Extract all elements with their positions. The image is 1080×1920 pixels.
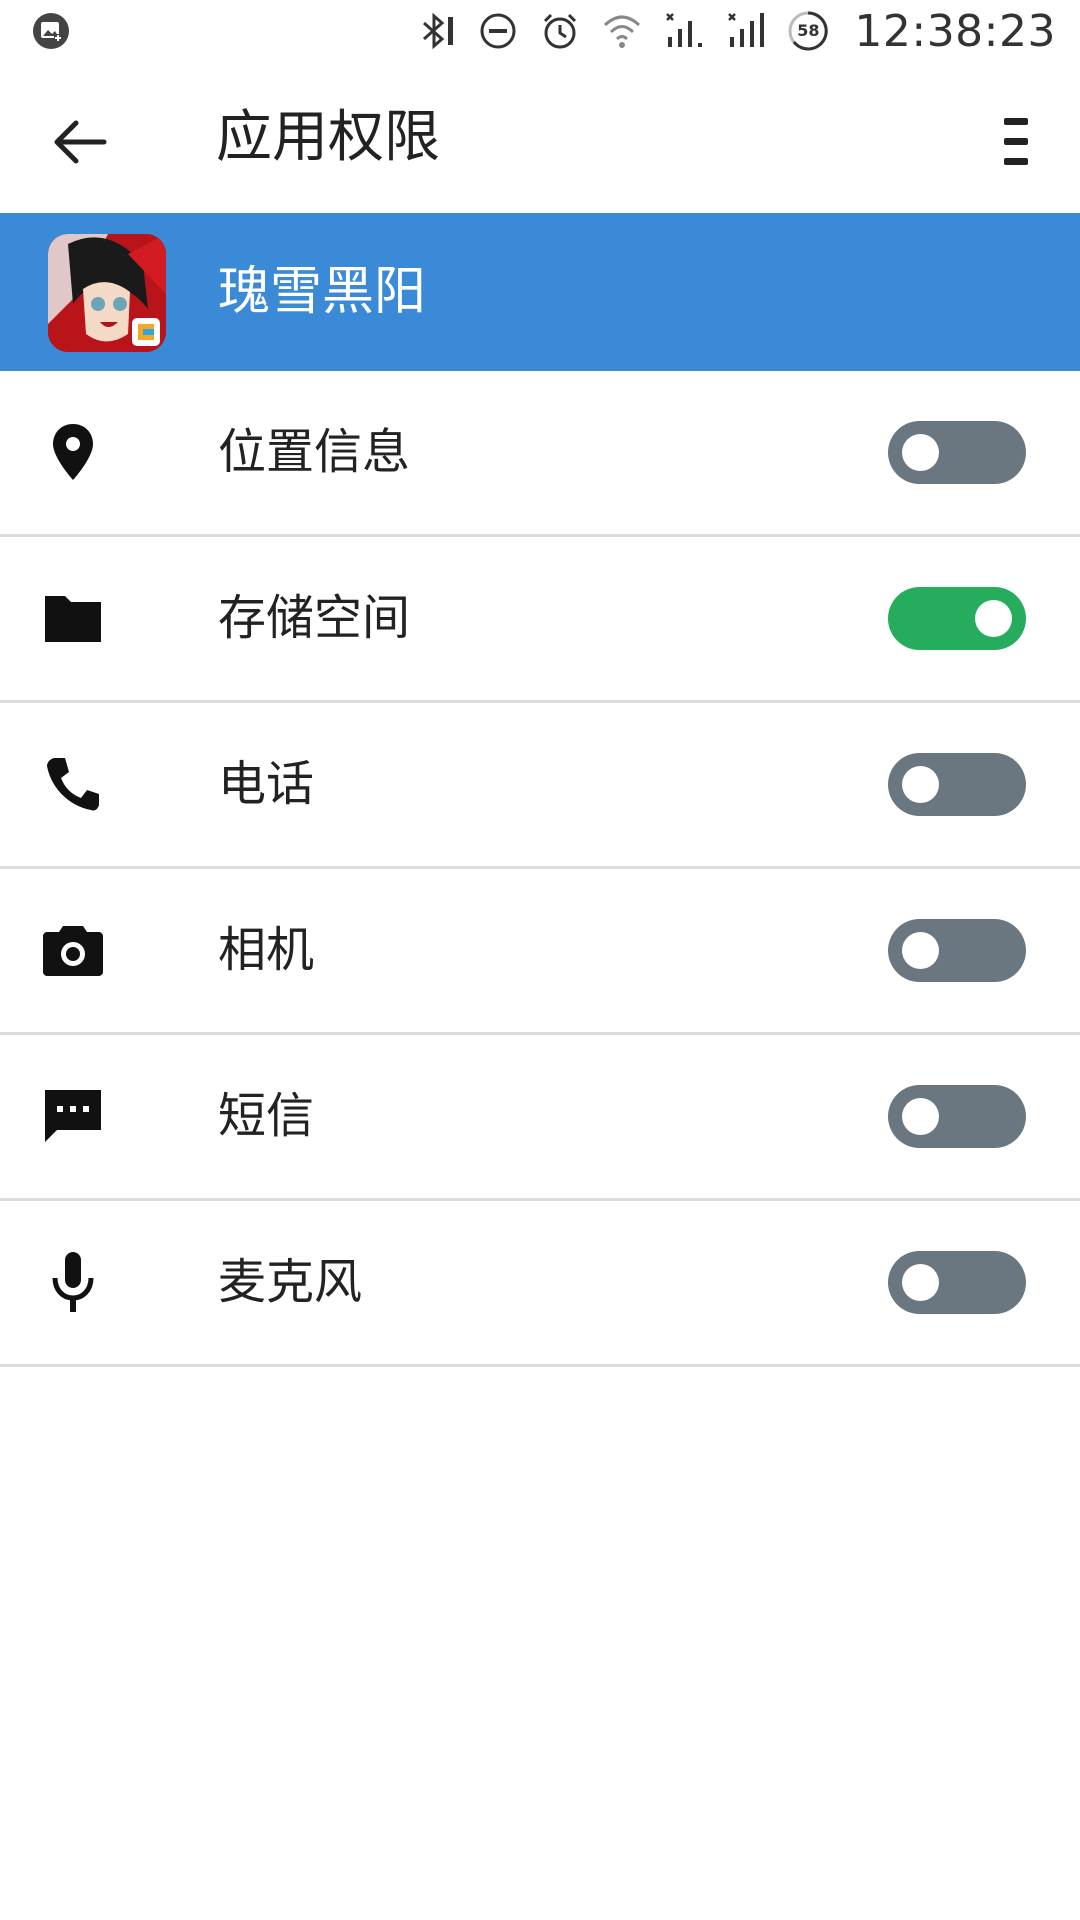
app-header: 瑰雪黑阳	[0, 213, 1080, 371]
signal-sim2-icon	[724, 9, 768, 53]
camera-icon	[38, 915, 108, 985]
permission-row-camera[interactable]: 相机	[0, 869, 1080, 1035]
app-name: 瑰雪黑阳	[218, 262, 427, 322]
permission-label: 短信	[218, 1088, 315, 1144]
folder-icon	[38, 583, 108, 653]
status-bar: 58 12:38:23	[0, 0, 1080, 62]
permission-row-location[interactable]: 位置信息	[0, 371, 1080, 537]
overflow-menu-icon[interactable]	[980, 106, 1052, 178]
signal-sim1-icon	[662, 9, 706, 53]
permission-label: 麦克风	[218, 1254, 363, 1310]
permission-label: 相机	[218, 922, 315, 978]
bluetooth-icon	[414, 9, 458, 53]
storage-toggle[interactable]	[888, 587, 1026, 650]
app-icon	[48, 234, 166, 352]
permission-row-microphone[interactable]: 麦克风	[0, 1201, 1080, 1367]
location-toggle[interactable]	[888, 421, 1026, 484]
microphone-icon	[38, 1247, 108, 1317]
permission-label: 存储空间	[218, 590, 411, 646]
phone-icon	[38, 749, 108, 819]
page-title: 应用权限	[216, 105, 440, 170]
permission-row-storage[interactable]: 存储空间	[0, 537, 1080, 703]
sms-icon	[38, 1081, 108, 1151]
permission-row-phone[interactable]: 电话	[0, 703, 1080, 869]
microphone-toggle[interactable]	[888, 1251, 1026, 1314]
permission-row-sms[interactable]: 短信	[0, 1035, 1080, 1201]
battery-level: 58	[797, 21, 820, 40]
permission-label: 位置信息	[218, 424, 411, 480]
status-time: 12:38:23	[854, 5, 1056, 57]
permission-list: 位置信息 存储空间 电话 相机 短信 麦克风	[0, 371, 1080, 1367]
do-not-disturb-icon	[476, 9, 520, 53]
location-pin-icon	[38, 417, 108, 487]
camera-toggle[interactable]	[888, 919, 1026, 982]
wifi-icon	[600, 9, 644, 53]
arrow-back-icon[interactable]	[44, 106, 116, 178]
gallery-notification-icon	[32, 12, 70, 50]
phone-toggle[interactable]	[888, 753, 1026, 816]
app-bar: 应用权限	[0, 62, 1080, 213]
battery-icon: 58	[786, 9, 830, 53]
sms-toggle[interactable]	[888, 1085, 1026, 1148]
alarm-icon	[538, 9, 582, 53]
permission-label: 电话	[218, 756, 315, 812]
